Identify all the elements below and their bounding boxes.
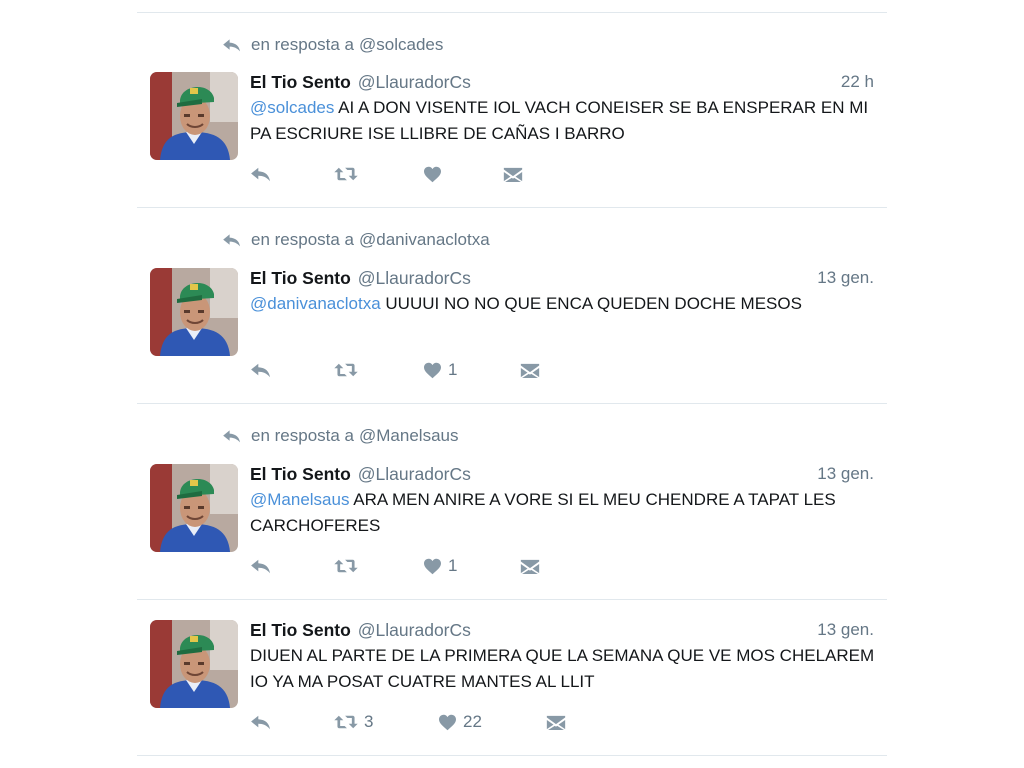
like-button[interactable] — [423, 163, 448, 185]
heart-icon — [423, 166, 442, 183]
direct-message-button[interactable] — [503, 163, 523, 185]
mention-link[interactable]: @Manelsaus — [250, 490, 349, 509]
tweet-actions: 1 — [250, 359, 670, 381]
tweet-timestamp[interactable]: 13 gen. — [817, 267, 874, 289]
tweet-text: @Manelsaus ARA MEN ANIRE A VORE SI EL ME… — [250, 487, 880, 539]
envelope-icon — [546, 714, 566, 731]
avatar[interactable] — [150, 72, 238, 160]
tweet-actions — [250, 163, 670, 185]
display-name[interactable]: El Tio Sento — [250, 72, 351, 93]
reply-context-icon — [222, 428, 242, 444]
like-button[interactable]: 1 — [423, 359, 457, 381]
reply-context-icon — [222, 232, 242, 248]
reply-context-label: en resposta a — [251, 35, 355, 54]
envelope-icon — [503, 166, 523, 183]
screen-name[interactable]: @LlauradorCs — [358, 72, 471, 93]
divider — [137, 755, 887, 756]
reply-context-icon — [222, 37, 242, 53]
retweet-icon — [334, 713, 358, 731]
reply-button[interactable] — [250, 359, 272, 381]
reply-context-label: en resposta a — [251, 230, 355, 249]
tweet-header: El Tio Sento @LlauradorCs — [250, 71, 471, 93]
envelope-icon — [520, 362, 540, 379]
reply-icon — [250, 557, 272, 575]
envelope-icon — [520, 558, 540, 575]
direct-message-button[interactable] — [520, 555, 540, 577]
divider — [137, 599, 887, 600]
retweet-icon — [334, 165, 358, 183]
screen-name[interactable]: @LlauradorCs — [358, 464, 471, 485]
divider — [137, 403, 887, 404]
retweet-button[interactable]: 3 — [334, 711, 373, 733]
tweet-timestamp[interactable]: 13 gen. — [817, 463, 874, 485]
like-button[interactable]: 1 — [423, 555, 457, 577]
tweet-text: @solcades AI A DON VISENTE IOL VACH CONE… — [250, 95, 880, 147]
display-name[interactable]: El Tio Sento — [250, 620, 351, 641]
tweet-timestamp[interactable]: 13 gen. — [817, 619, 874, 641]
tweet-header: El Tio Sento @LlauradorCs — [250, 463, 471, 485]
display-name[interactable]: El Tio Sento — [250, 268, 351, 289]
tweet-body: AI A DON VISENTE IOL VACH CONEISER SE BA… — [250, 98, 869, 143]
display-name[interactable]: El Tio Sento — [250, 464, 351, 485]
reply-context: en resposta a @solcades — [222, 34, 443, 56]
heart-icon — [423, 558, 442, 575]
retweet-button[interactable] — [334, 163, 364, 185]
tweet-timestamp[interactable]: 22 h — [841, 71, 874, 93]
tweet-text: @danivanaclotxa UUUUI NO NO QUE ENCA QUE… — [250, 291, 880, 317]
retweet-icon — [334, 361, 358, 379]
mention-link[interactable]: @solcades — [250, 98, 334, 117]
mention-link[interactable]: @danivanaclotxa — [250, 294, 381, 313]
like-button[interactable]: 22 — [438, 711, 482, 733]
like-count: 1 — [448, 360, 458, 379]
retweet-button[interactable] — [334, 555, 364, 577]
divider — [137, 12, 887, 13]
tweet-body: DIUEN AL PARTE DE LA PRIMERA QUE LA SEMA… — [250, 646, 875, 691]
avatar[interactable] — [150, 464, 238, 552]
tweet-actions: 1 — [250, 555, 670, 577]
reply-icon — [250, 361, 272, 379]
tweet-header: El Tio Sento @LlauradorCs — [250, 619, 471, 641]
direct-message-button[interactable] — [546, 711, 566, 733]
reply-icon — [250, 165, 272, 183]
tweet-timeline: en resposta a @solcades El Tio Sento @Ll… — [137, 0, 887, 768]
screen-name[interactable]: @LlauradorCs — [358, 620, 471, 641]
reply-context-handle[interactable]: @solcades — [359, 35, 443, 55]
heart-icon — [438, 714, 457, 731]
retweet-icon — [334, 557, 358, 575]
reply-context: en resposta a @Manelsaus — [222, 425, 458, 447]
avatar[interactable] — [150, 268, 238, 356]
tweet-actions: 3 22 — [250, 711, 670, 733]
retweet-button[interactable] — [334, 359, 364, 381]
heart-icon — [423, 362, 442, 379]
like-count: 22 — [463, 712, 482, 731]
reply-context-label: en resposta a — [251, 426, 355, 445]
reply-button[interactable] — [250, 555, 272, 577]
direct-message-button[interactable] — [520, 359, 540, 381]
retweet-count: 3 — [364, 712, 374, 731]
avatar[interactable] — [150, 620, 238, 708]
divider — [137, 207, 887, 208]
reply-icon — [250, 713, 272, 731]
like-count: 1 — [448, 556, 458, 575]
tweet-body: UUUUI NO NO QUE ENCA QUEDEN DOCHE MESOS — [380, 294, 802, 313]
tweet-text: DIUEN AL PARTE DE LA PRIMERA QUE LA SEMA… — [250, 643, 880, 695]
reply-button[interactable] — [250, 163, 272, 185]
reply-button[interactable] — [250, 711, 272, 733]
reply-context-handle[interactable]: @Manelsaus — [359, 426, 458, 446]
tweet-header: El Tio Sento @LlauradorCs — [250, 267, 471, 289]
screen-name[interactable]: @LlauradorCs — [358, 268, 471, 289]
reply-context-handle[interactable]: @danivanaclotxa — [359, 230, 490, 250]
reply-context: en resposta a @danivanaclotxa — [222, 229, 490, 251]
